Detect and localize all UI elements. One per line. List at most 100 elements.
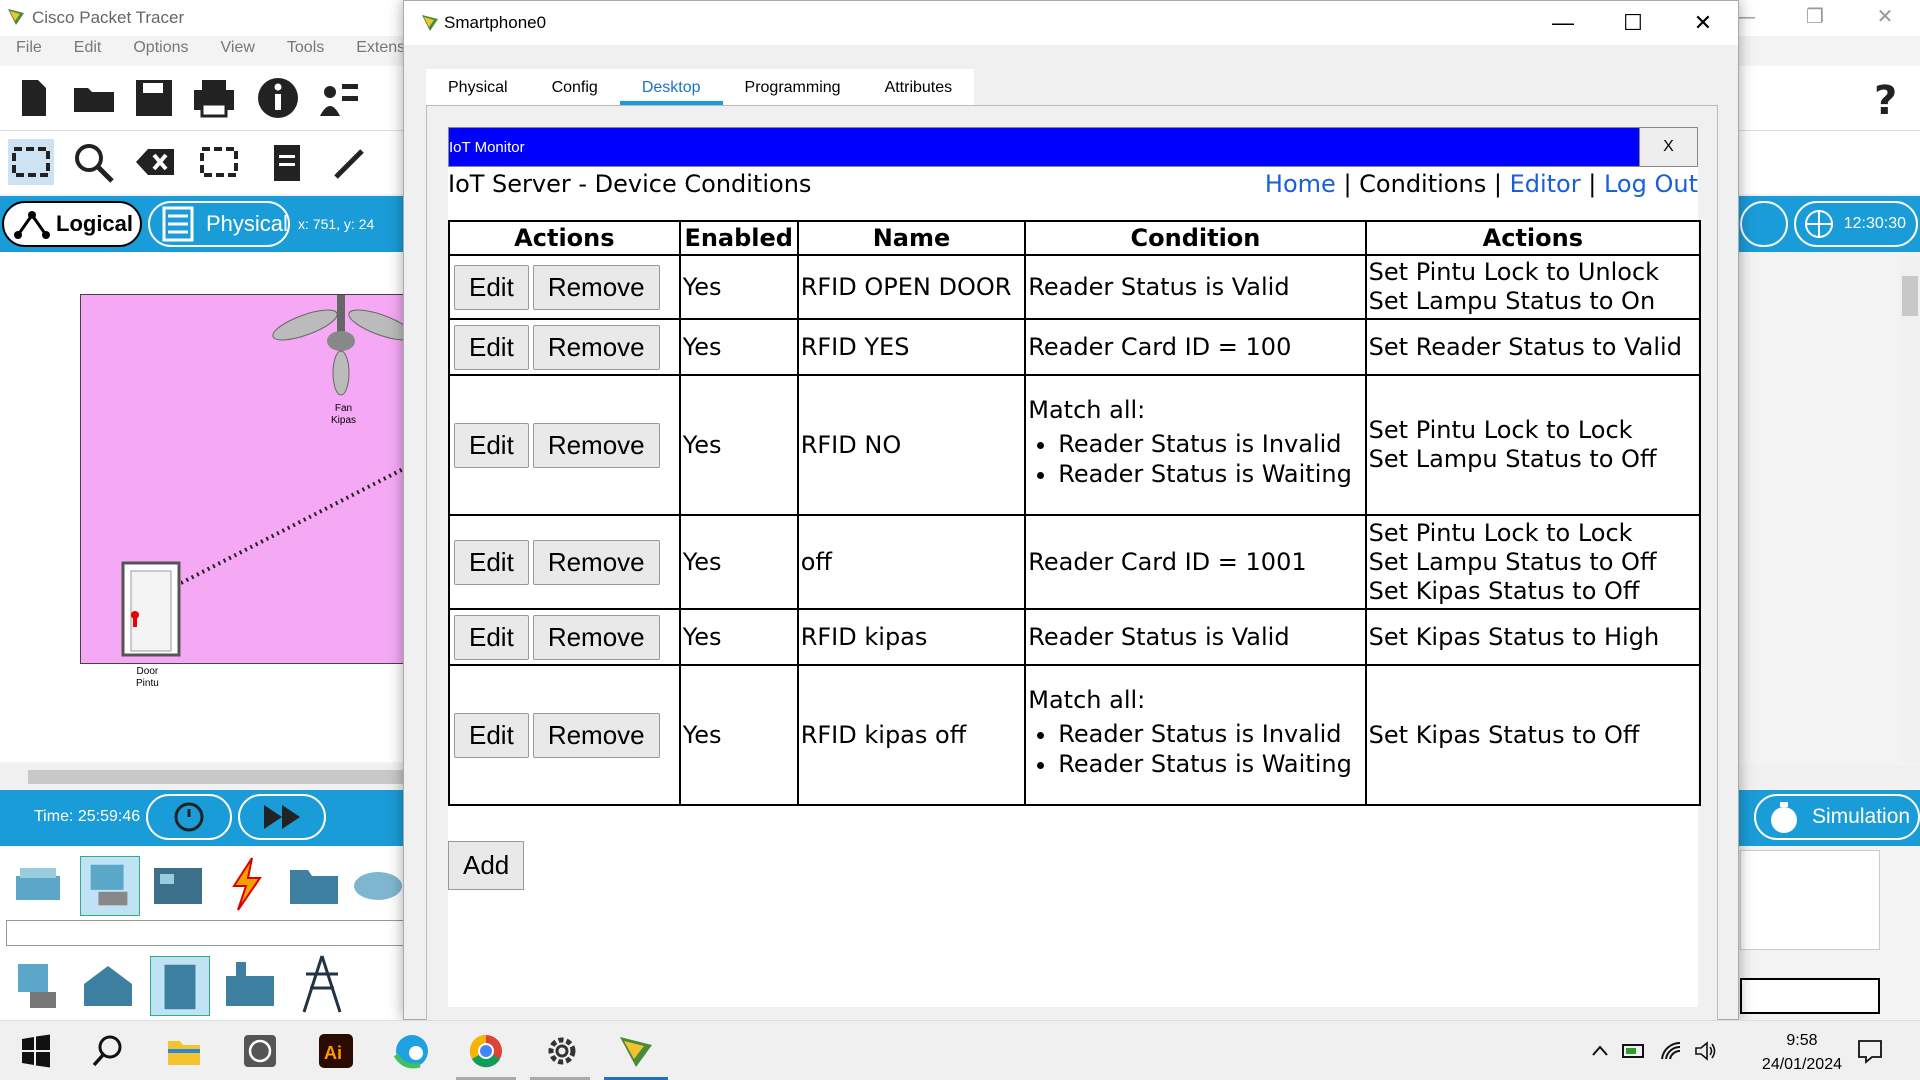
connections-icon[interactable] [218, 856, 274, 912]
packet-tracer-logo-icon [8, 9, 24, 25]
notifications-icon[interactable] [1856, 1037, 1884, 1065]
power-cycle-button[interactable] [146, 794, 232, 840]
dialog-minimize-button[interactable]: — [1528, 1, 1598, 45]
open-folder-icon[interactable] [72, 76, 116, 120]
save-icon[interactable] [132, 76, 176, 120]
nav-conditions: Conditions [1359, 170, 1487, 198]
dialog-maximize-button[interactable]: ☐ [1598, 1, 1668, 45]
search-icon[interactable] [88, 1031, 128, 1071]
menu-edit[interactable]: Edit [58, 36, 118, 64]
device-search-box[interactable] [6, 920, 405, 946]
fast-forward-icon [264, 805, 300, 829]
packet-tracer-taskbar-icon[interactable] [616, 1031, 656, 1071]
delete-icon[interactable] [132, 139, 178, 185]
remove-button[interactable]: Remove [532, 422, 660, 468]
menu-tools[interactable]: Tools [271, 36, 340, 64]
edit-button[interactable]: Edit [454, 614, 529, 660]
sim-bar-right: Simulation [1740, 790, 1920, 846]
door-icon[interactable] [121, 561, 181, 657]
action-item: Set Reader Status to Valid [1368, 332, 1682, 361]
cloud-icon[interactable] [352, 862, 402, 906]
page-title: IoT Server - Device Conditions [448, 170, 812, 198]
clock-badge[interactable]: 12:30:30 [1794, 201, 1918, 247]
app-title: Cisco Packet Tracer [32, 8, 185, 27]
edge-browser-icon[interactable] [392, 1031, 432, 1071]
tab-config[interactable]: Config [530, 69, 620, 105]
end-devices-icon[interactable] [80, 856, 140, 916]
smart-home-icon[interactable] [80, 958, 136, 1014]
remove-button[interactable]: Remove [532, 539, 660, 585]
battery-icon[interactable] [1622, 1041, 1648, 1061]
illustrator-icon[interactable]: Ai [316, 1031, 356, 1071]
nav-editor-link[interactable]: Editor [1510, 170, 1581, 198]
file-explorer-icon[interactable] [164, 1031, 204, 1071]
select-icon[interactable] [8, 139, 54, 185]
draw-line-icon[interactable] [326, 139, 372, 185]
help-icon[interactable]: ? [1864, 76, 1908, 120]
remove-button[interactable]: Remove [532, 712, 660, 758]
add-condition-button[interactable]: Add [448, 841, 525, 890]
edit-button[interactable]: Edit [454, 264, 529, 310]
enabled-cell: Yes [678, 254, 799, 320]
action-item: Set Pintu Lock to Lock [1368, 518, 1633, 547]
edit-button[interactable]: Edit [454, 712, 529, 758]
logical-view-tab[interactable]: Logical [2, 201, 142, 247]
resize-icon[interactable] [196, 139, 242, 185]
row-action-cell: Edit Remove [448, 664, 681, 806]
new-file-icon[interactable] [12, 76, 56, 120]
settings-gear-icon[interactable] [542, 1031, 582, 1071]
whatsapp-icon[interactable] [240, 1031, 280, 1071]
taskbar-clock[interactable]: 9:58 24/01/2024 [1762, 1029, 1842, 1077]
volume-icon[interactable] [1694, 1039, 1718, 1063]
dialog-window-controls: — ☐ ✕ [1528, 1, 1738, 45]
edit-button[interactable]: Edit [454, 422, 529, 468]
remove-button[interactable]: Remove [532, 324, 660, 370]
misc-folder-icon[interactable] [286, 860, 342, 910]
edit-button[interactable]: Edit [454, 539, 529, 585]
menu-file[interactable]: File [0, 36, 58, 64]
tab-physical[interactable]: Physical [426, 69, 530, 105]
fast-forward-button[interactable] [238, 794, 326, 840]
note-icon[interactable] [264, 139, 310, 185]
tab-attributes[interactable]: Attributes [863, 69, 975, 105]
network-info-icon[interactable] [318, 76, 362, 120]
remove-button[interactable]: Remove [532, 614, 660, 660]
vscroll-thumb[interactable] [1902, 276, 1918, 316]
name-cell: RFID OPEN DOOR [796, 254, 1027, 320]
home-device-icon[interactable] [10, 956, 66, 1012]
hscroll-thumb[interactable] [28, 770, 408, 784]
menu-options[interactable]: Options [117, 36, 204, 64]
tab-desktop[interactable]: Desktop [619, 69, 723, 105]
workspace-vscrollbar[interactable] [1900, 256, 1920, 762]
wifi-icon[interactable] [1660, 1039, 1684, 1063]
result-actions-cell: Set Pintu Lock to Lock Set Lampu Status t… [1364, 514, 1702, 610]
chrome-browser-icon[interactable] [466, 1031, 506, 1071]
menu-view[interactable]: View [205, 36, 271, 64]
nav-home-link[interactable]: Home [1265, 170, 1336, 198]
print-icon[interactable] [192, 76, 236, 120]
windows-start-icon[interactable] [16, 1031, 56, 1071]
conditions-table-body: Edit Remove Yes RFID OPEN DOOR Reader Status… [448, 254, 1702, 806]
remove-button[interactable]: Remove [532, 264, 660, 310]
physical-view-tab[interactable]: Physical [148, 201, 290, 247]
nav-logout-link[interactable]: Log Out [1604, 170, 1698, 198]
info-icon[interactable] [256, 76, 300, 120]
simulation-mode-button[interactable]: Simulation [1754, 794, 1920, 840]
components-icon[interactable] [150, 858, 206, 914]
zoom-icon[interactable] [70, 139, 116, 185]
nav-separator: | [1588, 170, 1597, 198]
power-grid-icon[interactable] [294, 954, 350, 1014]
chevron-up-icon[interactable] [1590, 1041, 1610, 1061]
smart-city-icon[interactable] [150, 956, 210, 1016]
scenario-box[interactable] [1740, 978, 1880, 1014]
edit-button[interactable]: Edit [454, 324, 529, 370]
industrial-icon[interactable] [222, 956, 278, 1012]
ceiling-fan-icon[interactable] [271, 295, 411, 405]
viewport-button[interactable] [1740, 201, 1788, 247]
pt-restore-button[interactable]: ❐ [1780, 0, 1850, 36]
pt-close-button[interactable]: ✕ [1850, 0, 1920, 36]
tab-programming[interactable]: Programming [723, 69, 863, 105]
iot-close-button[interactable]: X [1639, 128, 1697, 166]
dialog-close-button[interactable]: ✕ [1668, 1, 1738, 45]
network-devices-icon[interactable] [10, 858, 66, 914]
